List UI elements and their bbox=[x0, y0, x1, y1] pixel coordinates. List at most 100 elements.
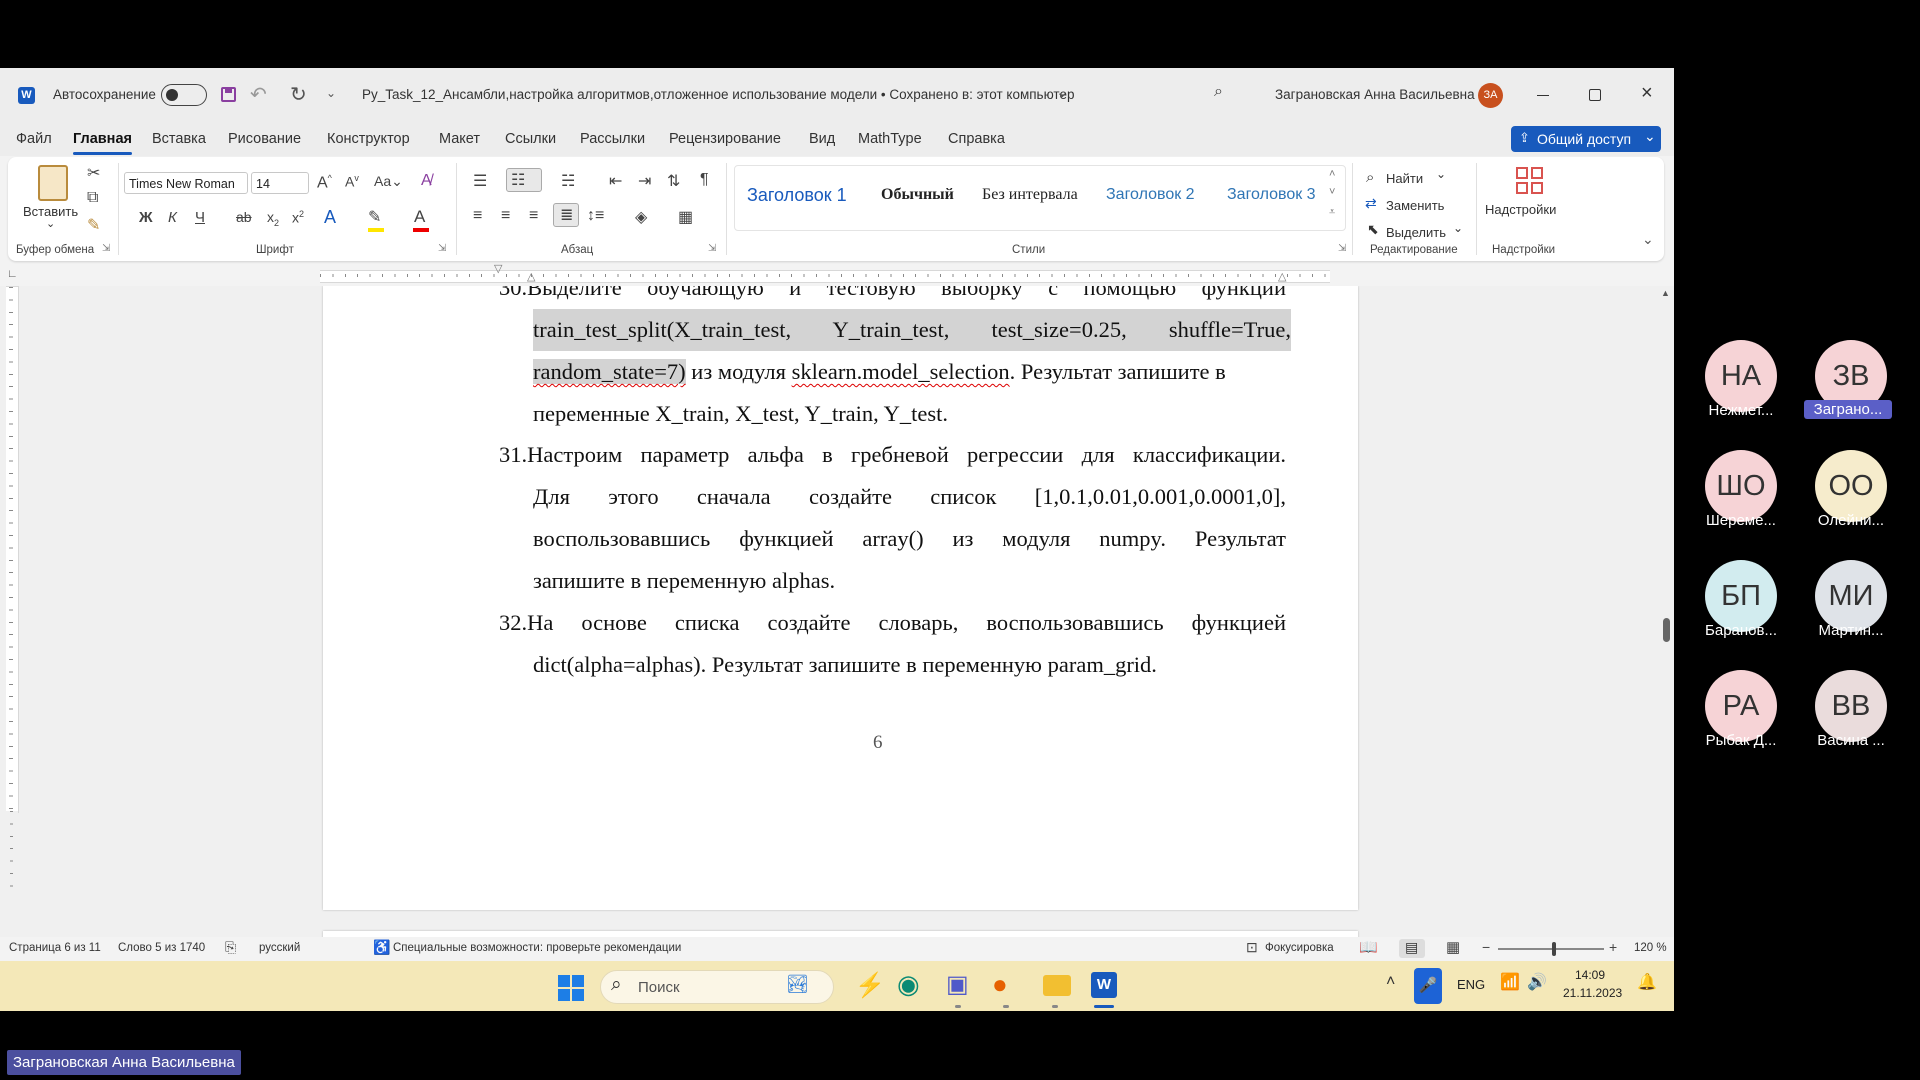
language-indicator[interactable]: русский bbox=[259, 942, 300, 954]
style-heading-3[interactable]: Заголовок 3 bbox=[1227, 186, 1316, 204]
zoom-in-icon[interactable]: + bbox=[1609, 939, 1617, 955]
find-button[interactable]: Найти bbox=[1386, 171, 1423, 186]
firefox-icon[interactable]: ● bbox=[992, 969, 1008, 1000]
superscript-icon[interactable]: x2 bbox=[292, 209, 304, 226]
addins-button[interactable]: Надстройки bbox=[1485, 202, 1556, 217]
word-count[interactable]: Слово 5 из 1740 bbox=[118, 942, 205, 954]
find-chevron-icon[interactable]: ⌄ bbox=[1436, 167, 1446, 181]
highlight-icon[interactable]: ✎ bbox=[368, 207, 381, 227]
tab-selector-icon[interactable]: ∟ bbox=[7, 268, 18, 280]
show-marks-icon[interactable]: ¶ bbox=[700, 171, 709, 189]
tab-review[interactable]: Рецензирование bbox=[669, 131, 781, 147]
underline-button[interactable]: Ч bbox=[195, 209, 205, 226]
title-chevron-down-icon[interactable]: ⌄ bbox=[1056, 83, 1069, 101]
tab-insert[interactable]: Вставка bbox=[152, 131, 206, 147]
document-title[interactable]: Py_Task_12_Ансамбли,настройка алгоритмов… bbox=[362, 87, 1074, 102]
zoom-slider[interactable] bbox=[1498, 942, 1604, 956]
edge-icon[interactable]: ◉ bbox=[897, 969, 920, 1000]
clock-time[interactable]: 14:09 bbox=[1575, 968, 1605, 982]
select-chevron-icon[interactable]: ⌄ bbox=[1453, 221, 1463, 235]
input-language[interactable]: ENG bbox=[1457, 977, 1485, 992]
decrease-indent-icon[interactable]: ⇤ bbox=[609, 171, 622, 191]
document-page[interactable]: 30.Выделите обучающую и тестовую выборку… bbox=[323, 286, 1358, 910]
page-count[interactable]: Страница 6 из 11 bbox=[9, 942, 101, 954]
numbering-button[interactable]: ☷ bbox=[506, 168, 542, 192]
web-layout-icon[interactable]: ▦ bbox=[1446, 938, 1460, 956]
subscript-icon[interactable]: x2 bbox=[267, 209, 279, 228]
addins-icon[interactable] bbox=[1516, 167, 1544, 195]
style-heading-2[interactable]: Заголовок 2 bbox=[1106, 186, 1195, 204]
horizontal-ruler[interactable]: ∟ ▽ △ △ bbox=[0, 262, 1674, 286]
zoom-level[interactable]: 120 % bbox=[1634, 942, 1667, 954]
shading-icon[interactable]: ◈ bbox=[635, 207, 647, 227]
notification-icon[interactable]: 🔔 bbox=[1637, 972, 1657, 992]
format-painter-icon[interactable]: ✎ bbox=[87, 215, 100, 235]
dialog-launcher-icon[interactable]: ⇲ bbox=[1338, 243, 1346, 254]
zoom-out-icon[interactable]: − bbox=[1482, 939, 1490, 955]
ruler-indent-marker-icon[interactable]: ▽ bbox=[494, 262, 502, 275]
tab-view[interactable]: Вид bbox=[809, 131, 835, 147]
focus-button[interactable]: Фокусировка bbox=[1265, 942, 1334, 954]
bold-button[interactable]: Ж bbox=[139, 209, 153, 226]
font-name-dropdown[interactable]: Times New Roman bbox=[124, 172, 248, 194]
strikethrough-icon[interactable]: ab bbox=[236, 209, 252, 225]
dialog-launcher-icon[interactable]: ⇲ bbox=[438, 243, 446, 254]
user-name[interactable]: Заграновская Анна Васильевна bbox=[1275, 87, 1475, 102]
customize-qat-icon[interactable]: ⌄ bbox=[326, 86, 336, 100]
proofing-icon[interactable]: ⎘ bbox=[225, 939, 236, 956]
replace-icon[interactable]: ⇄ bbox=[1365, 195, 1377, 212]
start-windows-icon[interactable] bbox=[558, 975, 584, 1001]
select-icon[interactable]: ⬉ bbox=[1367, 221, 1379, 238]
italic-button[interactable]: К bbox=[168, 209, 177, 226]
select-button[interactable]: Выделить bbox=[1386, 225, 1446, 240]
styles-scroll-down-icon[interactable]: ˅ bbox=[1329, 186, 1335, 198]
clock-date[interactable]: 21.11.2023 bbox=[1563, 986, 1622, 1000]
tab-design[interactable]: Конструктор bbox=[327, 131, 410, 147]
increase-indent-icon[interactable]: ⇥ bbox=[638, 171, 651, 191]
taskbar-search[interactable]: ⌕ Поиск 🏞 bbox=[600, 970, 834, 1004]
search-icon[interactable]: ⌕ bbox=[1214, 83, 1223, 101]
styles-more-icon[interactable]: ⩡ bbox=[1329, 206, 1335, 219]
shrink-font-icon[interactable]: Av bbox=[345, 173, 359, 190]
read-mode-icon[interactable]: 📖 bbox=[1359, 938, 1378, 956]
zoom-slider-thumb[interactable] bbox=[1552, 942, 1556, 956]
save-icon[interactable] bbox=[221, 87, 236, 102]
justify-button[interactable]: ≣ bbox=[553, 203, 579, 227]
style-heading-1[interactable]: Заголовок 1 bbox=[747, 185, 855, 206]
tray-chevron-up-icon[interactable]: ˄ bbox=[1386, 973, 1395, 991]
microphone-icon[interactable]: 🎤 bbox=[1414, 968, 1442, 1004]
share-button[interactable]: ⇪ Общий доступ ⌄ bbox=[1511, 126, 1661, 152]
user-avatar[interactable]: ЗА bbox=[1478, 83, 1503, 108]
text-effects-icon[interactable]: A bbox=[324, 207, 336, 228]
style-no-spacing[interactable]: Без интервала bbox=[982, 186, 1078, 204]
tab-help[interactable]: Справка bbox=[948, 131, 1005, 147]
borders-icon[interactable]: ▦ bbox=[678, 207, 693, 227]
file-explorer-icon[interactable] bbox=[1043, 975, 1071, 996]
font-color-icon[interactable]: A bbox=[414, 207, 425, 227]
copy-icon[interactable]: ⧉ bbox=[87, 189, 98, 207]
volume-icon[interactable]: 🔊 bbox=[1527, 972, 1547, 992]
accessibility-icon[interactable]: ♿ bbox=[373, 939, 390, 956]
tab-layout[interactable]: Макет bbox=[439, 131, 480, 147]
teams-icon[interactable]: ▣ bbox=[946, 970, 969, 999]
close-icon[interactable]: × bbox=[1641, 82, 1653, 105]
wifi-icon[interactable]: 📶 bbox=[1500, 972, 1520, 992]
tab-draw[interactable]: Рисование bbox=[228, 131, 301, 147]
align-left-icon[interactable]: ≡ bbox=[473, 207, 482, 225]
ruler-indent-marker-icon[interactable]: △ bbox=[527, 270, 535, 283]
line-spacing-icon[interactable]: ↕≡ bbox=[587, 207, 604, 225]
scrollbar-thumb[interactable] bbox=[1663, 618, 1670, 642]
clear-formatting-icon[interactable]: A̸ bbox=[421, 172, 432, 190]
accessibility-status[interactable]: Специальные возможности: проверьте реком… bbox=[393, 942, 681, 954]
focus-icon[interactable]: ⊡ bbox=[1246, 939, 1258, 956]
find-icon[interactable]: ⌕ bbox=[1366, 169, 1374, 186]
multilevel-list-icon[interactable]: ☵ bbox=[561, 171, 575, 191]
paste-icon[interactable] bbox=[38, 165, 68, 201]
vertical-scrollbar[interactable]: ▲ ▼ bbox=[1659, 286, 1673, 1004]
grow-font-icon[interactable]: A^ bbox=[317, 173, 332, 192]
paste-chevron-icon[interactable]: ⌄ bbox=[46, 217, 55, 230]
cut-icon[interactable]: ✂ bbox=[87, 163, 100, 183]
copilot-icon[interactable]: ⚡ bbox=[855, 971, 885, 1000]
align-right-icon[interactable]: ≡ bbox=[529, 207, 538, 225]
undo-icon[interactable]: ↶ bbox=[250, 82, 267, 107]
